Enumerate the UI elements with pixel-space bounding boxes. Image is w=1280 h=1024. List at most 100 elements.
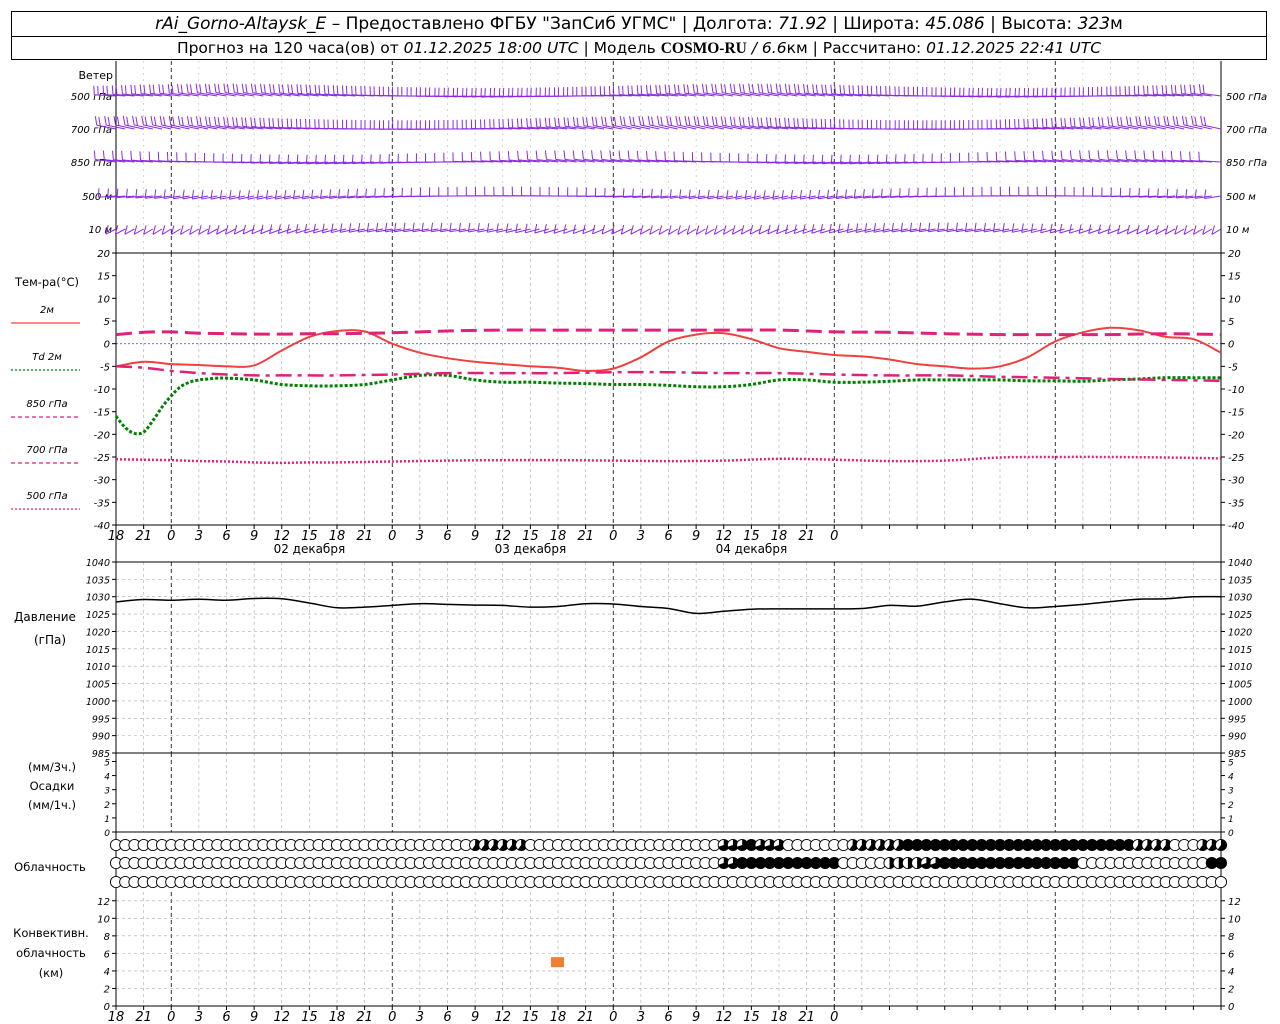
- wind-barb-feather: [515, 223, 518, 233]
- wind-barb-feather: [885, 154, 888, 164]
- wind-barb-feather: [724, 116, 727, 127]
- wind-barb-feather: [1073, 117, 1076, 128]
- wind-barb-feather: [729, 116, 733, 126]
- wind-barb-feather: [678, 116, 682, 126]
- pressure-tick-label-left: 990: [92, 732, 110, 743]
- wind-barb-feather: [526, 150, 529, 160]
- hour-tick-label: 0: [609, 529, 617, 544]
- wind-barb-feather: [130, 151, 133, 161]
- wind-barb-feather: [645, 150, 648, 161]
- day-label: 04 декабря: [716, 542, 788, 556]
- wind-barb-feather: [238, 190, 241, 200]
- wind-barb-feather: [265, 190, 269, 200]
- wind-level-label-right: 500 гПа: [1226, 92, 1267, 103]
- hour-tick-label: 0: [167, 1010, 175, 1024]
- temp-tick-label-left: -25: [94, 453, 110, 464]
- wind-barb-feather: [162, 84, 165, 94]
- wind-barb-feather: [1180, 84, 1183, 94]
- wind-barb-feather: [1179, 151, 1182, 161]
- wind-barb-feather: [788, 84, 791, 94]
- wind-barb-feather: [126, 116, 129, 126]
- wind-barb-feather: [760, 117, 763, 127]
- wind-barb-feather: [891, 222, 894, 233]
- wind-barb-feather: [793, 154, 796, 164]
- conv-panel-title-2: облачность: [16, 946, 86, 960]
- conv-panel-unit: (км): [39, 966, 64, 980]
- wind-barb-feather: [1023, 151, 1026, 161]
- wind-barb-feather: [208, 84, 211, 94]
- wind-barb-feather: [286, 118, 289, 128]
- conv-tick-label-left: 0: [104, 1002, 110, 1013]
- wind-barb-feather: [803, 154, 805, 164]
- day-label: 03 декабря: [495, 542, 567, 556]
- wind-barb-feather: [655, 84, 658, 94]
- wind-barb-feather: [787, 118, 790, 128]
- hour-tick-label: 6: [222, 529, 230, 544]
- wind-barb-feather: [848, 85, 851, 95]
- conv-tick-label-left: 8: [104, 932, 110, 943]
- wind-barb-feather: [595, 117, 598, 127]
- wind-barb-feather: [190, 116, 193, 126]
- wind-barb-feather: [1184, 84, 1186, 95]
- wind-barb-feather: [351, 154, 354, 164]
- hour-tick-label: 12: [273, 1010, 290, 1024]
- hour-tick-label: 21: [577, 529, 594, 544]
- precip-tick-label-left: 2: [104, 801, 110, 811]
- hour-tick-label: 6: [443, 1010, 451, 1024]
- wind-barb-feather: [751, 117, 754, 127]
- wind-barb-feather: [702, 116, 706, 126]
- wind-barb-feather: [1078, 224, 1082, 234]
- wind-barb-feather: [196, 116, 199, 126]
- wind-barb-feather: [808, 189, 812, 200]
- wind-barb-feather: [894, 154, 897, 164]
- wind-barb-feather: [292, 189, 296, 200]
- wind-barb-feather: [1045, 118, 1048, 128]
- wind-barb-feather: [102, 85, 105, 95]
- wind-barb-feather: [332, 85, 335, 95]
- wind-barb-feather: [636, 85, 639, 95]
- wind-barb-feather: [1069, 117, 1072, 127]
- wind-barb-feather: [327, 85, 330, 95]
- wind-barb-feather: [219, 190, 223, 200]
- wind-barb-staff: [1174, 124, 1194, 130]
- wind-barb-feather: [1032, 150, 1035, 161]
- wind-barb-feather: [272, 84, 275, 94]
- wind-barb-feather: [152, 84, 155, 94]
- hour-tick-label: 9: [250, 1010, 258, 1024]
- wind-barb-feather: [186, 83, 189, 93]
- conv-tick-label-right: 8: [1228, 932, 1234, 943]
- precip-tick-label-left: 0: [104, 829, 110, 839]
- wind-barb-feather: [1101, 117, 1104, 127]
- wind-barb-feather: [189, 84, 193, 94]
- wind-barb-feather: [983, 222, 986, 233]
- wind-level-label-left: 500 гПа: [71, 92, 112, 103]
- wind-barb-feather: [177, 83, 180, 93]
- wind-barb-feather: [526, 118, 528, 128]
- wind-barb-feather: [899, 188, 901, 198]
- wind-barb-feather: [97, 188, 100, 198]
- wind-barb-feather: [1134, 150, 1137, 160]
- wind-barb-feather: [172, 116, 175, 126]
- wind-barb-feather: [134, 85, 137, 95]
- wind-barb-feather: [1152, 150, 1155, 160]
- pressure-panel-unit: (гПа): [34, 633, 66, 647]
- pressure-tick-label-right: 1025: [1228, 610, 1252, 621]
- wind-barb-feather: [604, 117, 607, 127]
- wind-barb-feather: [351, 85, 353, 95]
- pressure-tick-label-left: 1040: [86, 558, 110, 569]
- wind-barb-feather: [806, 84, 809, 94]
- wind-barb-feather: [121, 150, 123, 160]
- wind-barb-feather: [1115, 150, 1118, 160]
- hour-tick-label: 9: [692, 529, 700, 544]
- wind-barb-feather: [286, 224, 290, 234]
- wind-barb-feather: [511, 118, 514, 128]
- wind-barb-feather: [232, 116, 235, 127]
- wind-barb-feather: [908, 188, 910, 198]
- wind-barb-feather: [235, 117, 238, 127]
- wind-barb-feather: [1185, 116, 1188, 126]
- wind-barb-feather: [553, 224, 557, 234]
- wind-barb-feather: [321, 223, 325, 233]
- wind-barb-feather: [268, 117, 271, 128]
- wind-barb-feather: [638, 115, 641, 126]
- wind-barb-feather: [757, 83, 760, 93]
